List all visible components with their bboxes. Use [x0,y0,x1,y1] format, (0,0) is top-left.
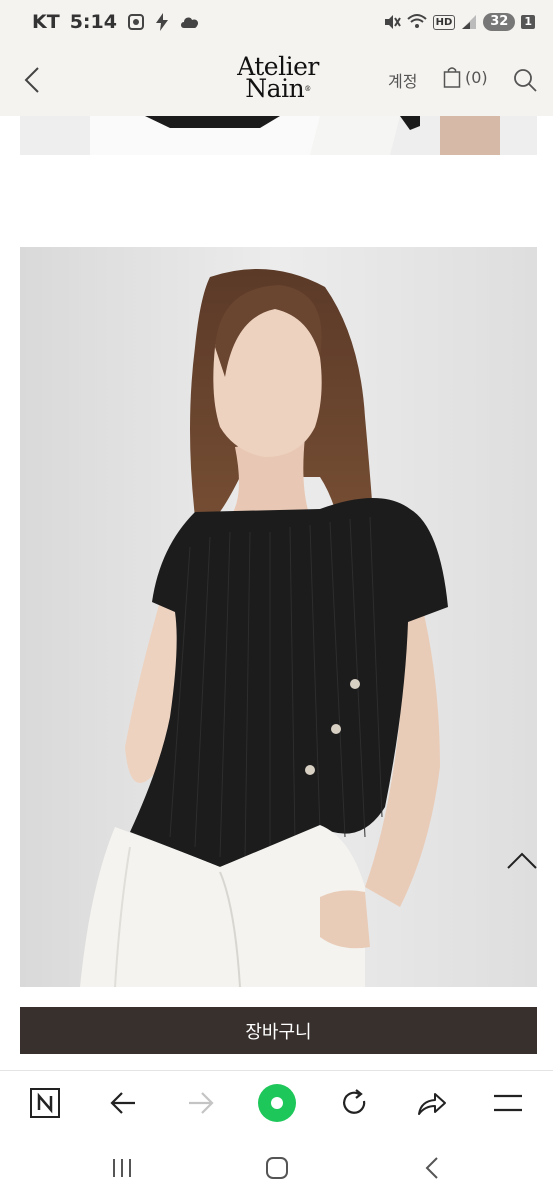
screen: KT 5:14 HD 32 1 Atelier Nain® 계정 (0) 장바구… [0,0,553,1200]
chevron-left-icon [425,1157,438,1179]
search-button[interactable] [511,66,539,94]
share-icon [418,1093,446,1115]
hd-badge: HD [432,14,456,30]
back-arrow-icon [110,1092,135,1114]
brand-logo[interactable]: Atelier Nain® [232,54,324,103]
back-button[interactable] [14,62,50,98]
account-link[interactable]: 계정 [388,68,417,92]
wifi-icon [406,13,427,31]
product-photo [20,247,537,987]
battery-badge: 32 [483,13,516,31]
forward-arrow-icon [189,1092,214,1114]
menu-icon [494,1094,522,1112]
recent-apps-button[interactable] [105,1152,139,1184]
naver-home-button[interactable] [27,1085,63,1121]
green-home-button[interactable] [257,1083,297,1123]
previous-product-image [20,116,537,155]
cart-count: (0) [465,67,488,87]
app-header: Atelier Nain® 계정 (0) [0,44,553,116]
clock: 5:14 [69,11,117,33]
chevron-up-icon [507,852,537,869]
browser-toolbar [0,1070,553,1134]
system-nav-bar [0,1134,553,1200]
logo-line-2: Nain [245,74,305,103]
status-right: HD 32 1 [383,13,535,31]
system-home-button[interactable] [260,1152,294,1184]
refresh-button[interactable] [336,1085,372,1121]
home-square-icon [266,1157,288,1179]
cloud-icon [179,13,201,31]
home-dot-icon [258,1084,296,1122]
status-left: KT 5:14 [32,11,201,33]
product-content[interactable]: 장바구니 [0,116,553,1070]
share-button[interactable] [413,1085,449,1121]
chevron-left-icon [24,67,39,93]
sim-badge: 1 [521,15,535,29]
browser-back-button[interactable] [105,1085,141,1121]
shopping-bag-icon [443,67,461,88]
status-bar: KT 5:14 HD 32 1 [0,0,553,44]
cart-link[interactable]: (0) [443,66,488,88]
search-icon [514,69,537,92]
naver-icon [30,1088,60,1118]
signal-icon [461,14,477,30]
browser-forward-button[interactable] [183,1085,219,1121]
recent-apps-icon [113,1159,131,1177]
flash-icon [155,12,169,32]
mute-icon [383,13,401,31]
logo-registered-mark: ® [304,85,311,93]
menu-button[interactable] [490,1085,526,1121]
carrier-label: KT [32,11,60,33]
scroll-to-top-button[interactable] [502,846,542,876]
system-back-button[interactable] [415,1152,449,1184]
refresh-icon [343,1089,366,1114]
screenshot-icon [127,13,145,31]
add-to-cart-button[interactable]: 장바구니 [20,1007,537,1054]
